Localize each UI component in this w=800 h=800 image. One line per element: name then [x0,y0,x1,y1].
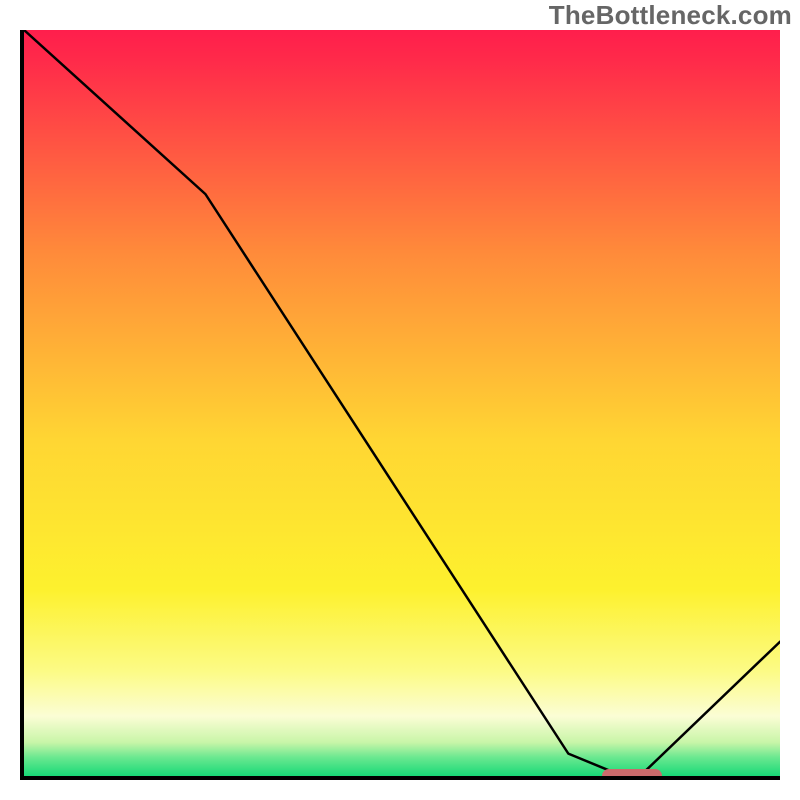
chart-container: TheBottleneck.com [0,0,800,800]
bottleneck-curve [24,30,780,776]
optimal-marker [602,769,663,781]
plot-area [20,30,780,780]
watermark-text: TheBottleneck.com [549,0,792,31]
